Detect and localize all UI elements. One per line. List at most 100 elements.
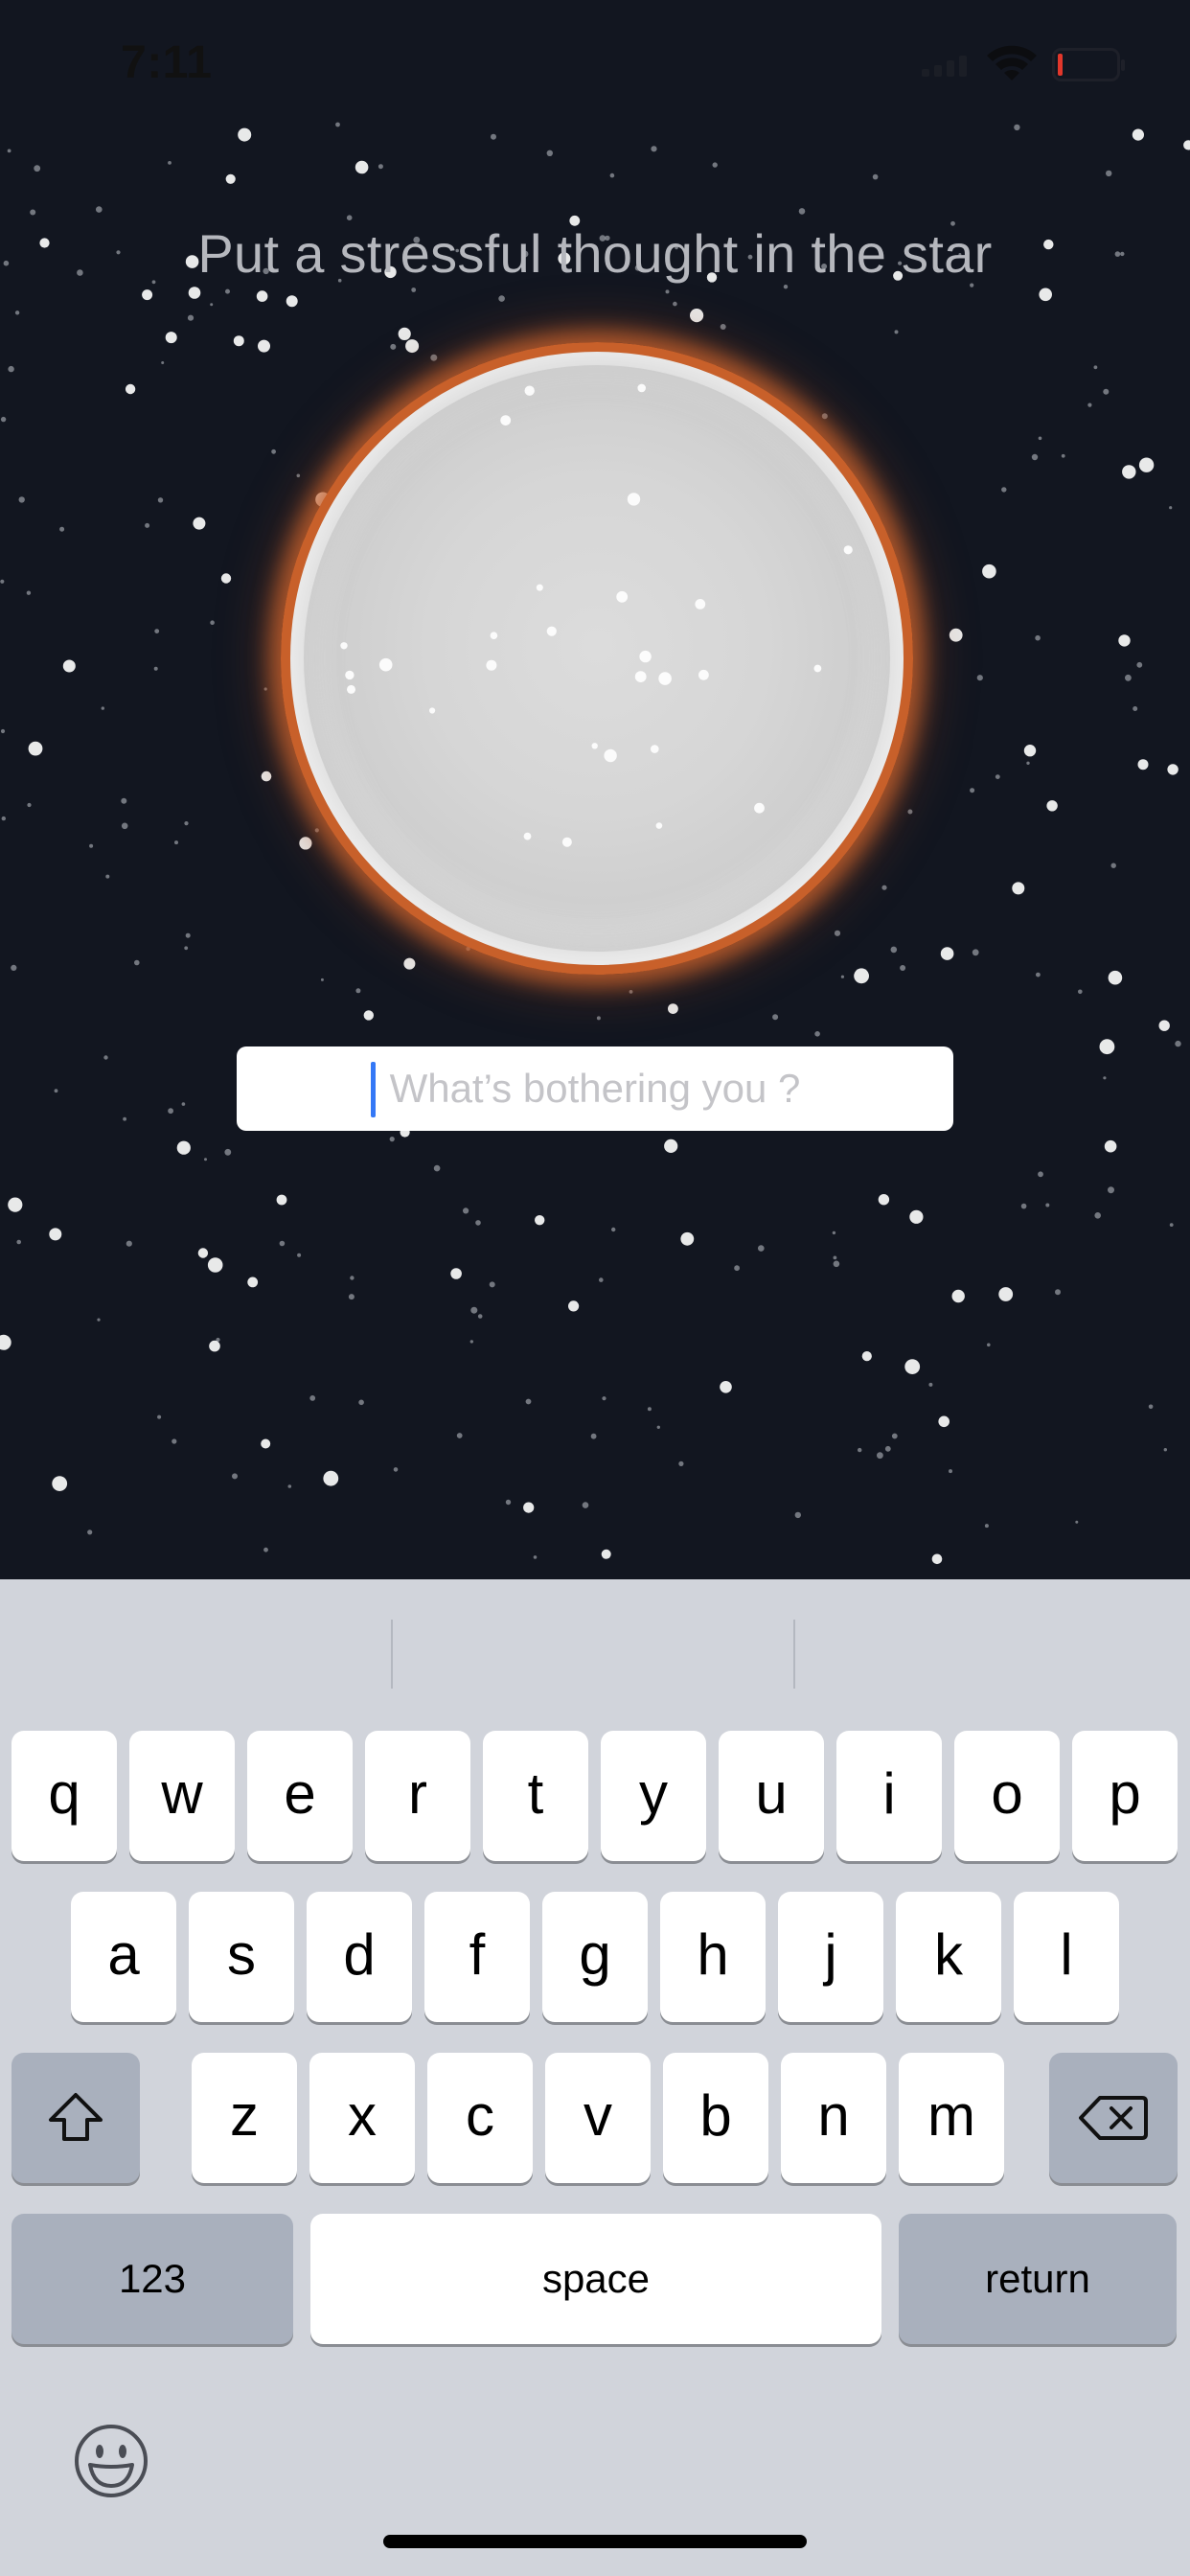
star-dot: [26, 590, 32, 595]
orb-sparkle: [658, 672, 672, 685]
key-i[interactable]: i: [836, 1731, 942, 1861]
star-dot: [184, 946, 189, 951]
star-dot: [982, 564, 996, 579]
star-dot: [1038, 436, 1042, 441]
star-dot: [998, 1287, 1014, 1301]
key-s[interactable]: s: [189, 1892, 294, 2022]
key-b[interactable]: b: [663, 2053, 768, 2183]
key-z[interactable]: z: [192, 2053, 297, 2183]
starfield-background: 7:11 Put a stressful thought in the star: [0, 0, 1190, 1579]
key-y[interactable]: y: [601, 1731, 706, 1861]
star-dot: [1136, 661, 1143, 668]
key-p[interactable]: p: [1072, 1731, 1178, 1861]
orb-sparkle: [591, 743, 598, 749]
key-o[interactable]: o: [954, 1731, 1060, 1861]
star-dot: [204, 1158, 207, 1162]
star-dot: [123, 1116, 127, 1121]
key-t[interactable]: t: [483, 1731, 588, 1861]
star-dot: [393, 1467, 399, 1472]
star-dot: [938, 1415, 950, 1428]
star-dot: [8, 365, 14, 373]
star-dot: [907, 809, 913, 815]
numbers-key[interactable]: 123: [11, 2214, 293, 2344]
star-dot: [720, 324, 726, 330]
orb-sparkle: [639, 650, 652, 663]
key-r[interactable]: r: [365, 1731, 470, 1861]
star-dot: [126, 1240, 132, 1247]
star-dot: [872, 173, 879, 180]
delete-key[interactable]: [1049, 2053, 1178, 2183]
key-e[interactable]: e: [247, 1731, 353, 1861]
star-dot: [833, 1255, 837, 1260]
key-q[interactable]: q: [11, 1731, 117, 1861]
key-g[interactable]: g: [542, 1892, 648, 2022]
star-dot: [611, 1227, 616, 1232]
key-u[interactable]: u: [719, 1731, 824, 1861]
orb-sparkle: [813, 664, 822, 673]
key-a[interactable]: a: [71, 1892, 176, 2022]
star-dot: [358, 1399, 364, 1406]
star-dot: [261, 770, 272, 782]
key-x[interactable]: x: [309, 2053, 415, 2183]
key-h[interactable]: h: [660, 1892, 766, 2022]
star-dot: [758, 1245, 765, 1252]
star-dot: [976, 675, 983, 681]
star-dot: [355, 160, 369, 174]
star-dot: [463, 1208, 469, 1214]
star-dot: [62, 659, 76, 673]
star-dot: [909, 1209, 924, 1224]
star-dot: [103, 1055, 108, 1060]
star-dot: [949, 1469, 952, 1474]
star-dot: [535, 1215, 545, 1226]
star-orb[interactable]: [281, 342, 913, 975]
star-dot: [1055, 1289, 1061, 1296]
key-v[interactable]: v: [545, 2053, 651, 2183]
orb-sparkle: [561, 837, 572, 847]
orb-sparkle: [523, 832, 532, 840]
return-key[interactable]: return: [899, 2214, 1177, 2344]
key-f[interactable]: f: [424, 1892, 530, 2022]
key-w[interactable]: w: [129, 1731, 235, 1861]
key-n[interactable]: n: [781, 2053, 886, 2183]
key-m[interactable]: m: [899, 2053, 1004, 2183]
star-dot: [210, 620, 215, 625]
star-dot: [1137, 759, 1149, 770]
status-time: 7:11: [121, 37, 213, 88]
star-dot: [861, 1351, 872, 1362]
star-dot: [188, 287, 201, 299]
star-dot: [263, 687, 267, 691]
star-dot: [949, 628, 963, 642]
star-dot: [951, 1289, 965, 1303]
star-dot: [498, 295, 505, 302]
star-dot: [184, 821, 189, 826]
star-dot: [320, 978, 324, 981]
return-key-label: return: [985, 2256, 1090, 2301]
orb-sparkle: [634, 671, 647, 682]
star-dot: [720, 1381, 732, 1393]
star-dot: [601, 1549, 611, 1559]
key-c[interactable]: c: [427, 2053, 533, 2183]
home-indicator[interactable]: [383, 2535, 807, 2548]
star-dot: [256, 290, 268, 302]
key-l[interactable]: l: [1014, 1892, 1119, 2022]
key-d[interactable]: d: [307, 1892, 412, 2022]
space-key[interactable]: space: [310, 2214, 881, 2344]
key-j[interactable]: j: [778, 1892, 883, 2022]
star-dot: [193, 517, 206, 530]
star-dot: [469, 1340, 473, 1344]
star-dot: [1031, 453, 1039, 461]
shift-key[interactable]: [11, 2053, 140, 2183]
star-dot: [1012, 882, 1025, 895]
emoji-face-icon[interactable]: [73, 2423, 149, 2499]
star-dot: [1138, 457, 1155, 472]
star-dot: [0, 416, 7, 423]
thought-input-field[interactable]: [237, 1046, 953, 1131]
star-dot: [523, 1502, 535, 1513]
star-dot: [928, 1382, 933, 1387]
star-dot: [1026, 761, 1030, 765]
star-dot: [858, 1447, 862, 1453]
star-dot: [477, 1314, 483, 1319]
key-k[interactable]: k: [896, 1892, 1001, 2022]
thought-input[interactable]: [237, 1046, 953, 1131]
star-dot: [668, 1003, 678, 1014]
